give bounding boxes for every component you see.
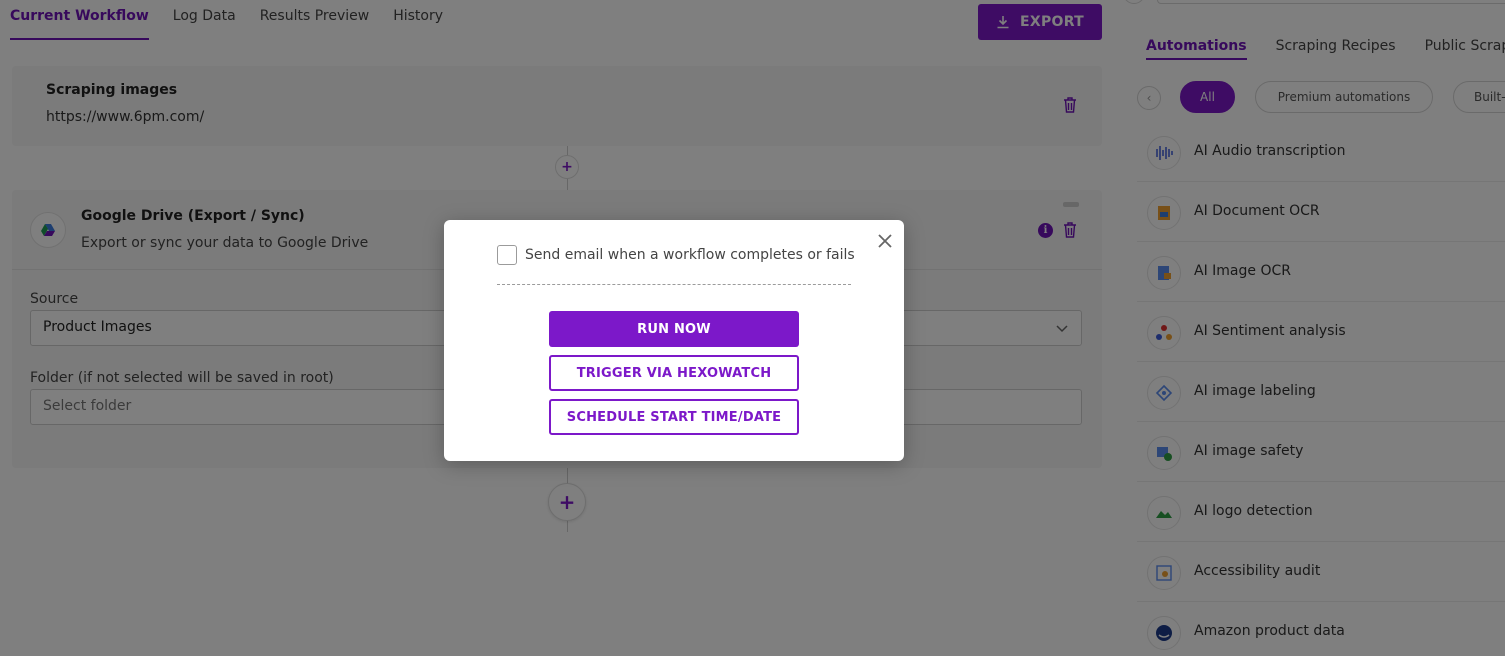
email-notification-row: Send email when a workflow completes or … bbox=[497, 245, 855, 265]
trigger-hexowatch-button[interactable]: TRIGGER VIA HEXOWATCH bbox=[549, 355, 799, 391]
schedule-button[interactable]: SCHEDULE START TIME/DATE bbox=[549, 399, 799, 435]
run-workflow-modal: Send email when a workflow completes or … bbox=[444, 220, 904, 461]
close-icon[interactable] bbox=[876, 232, 894, 250]
run-now-button[interactable]: RUN NOW bbox=[549, 311, 799, 347]
divider bbox=[497, 284, 851, 285]
email-notification-label: Send email when a workflow completes or … bbox=[525, 247, 855, 263]
email-notification-checkbox[interactable] bbox=[497, 245, 517, 265]
